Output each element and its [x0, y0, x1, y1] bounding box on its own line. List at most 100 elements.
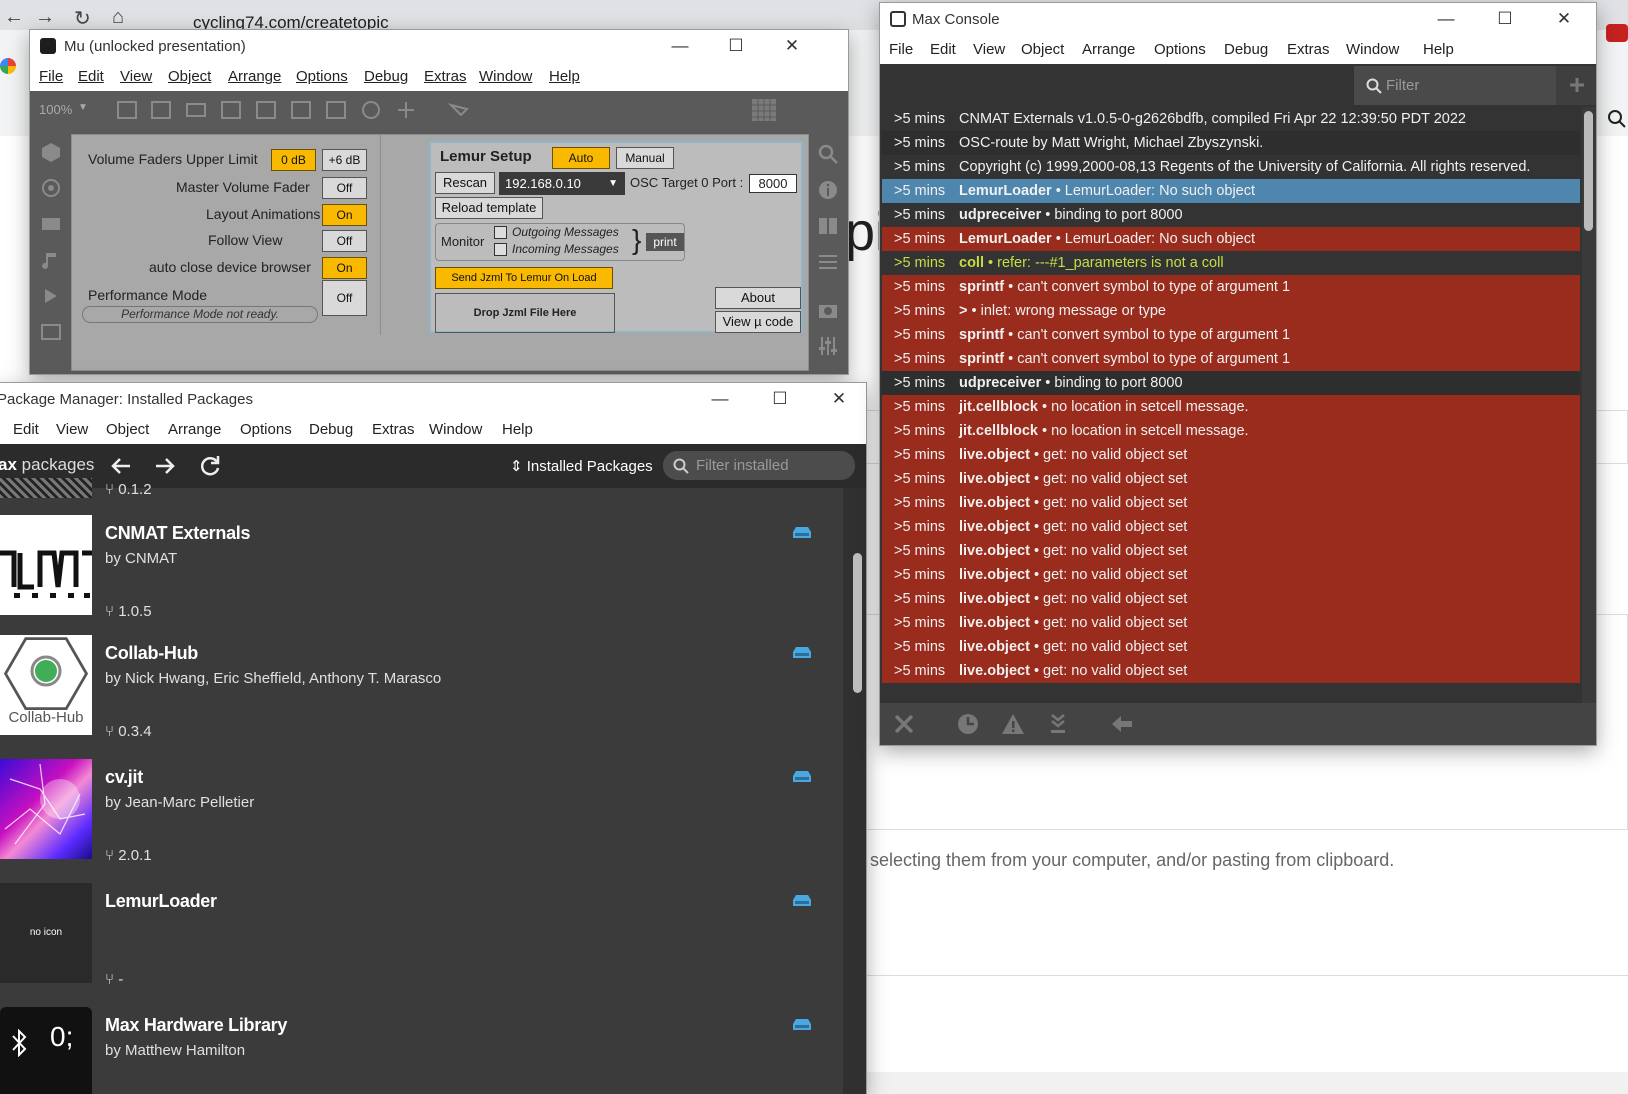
search-icon[interactable] — [817, 143, 839, 165]
object-palette-icons[interactable] — [116, 99, 536, 123]
menu-file[interactable]: File — [39, 68, 63, 85]
menu-view[interactable]: View — [973, 41, 1005, 58]
close-button[interactable]: ✕ — [819, 387, 859, 411]
console-row[interactable]: >5 mins udpreceiver • binding to port 800… — [882, 203, 1580, 227]
performance-mode-toggle[interactable]: Off — [322, 280, 367, 316]
console-row[interactable]: >5 mins live.object • get: no valid objec… — [882, 611, 1580, 635]
menu-options[interactable]: Options — [240, 421, 292, 438]
reload-icon[interactable]: ↻ — [74, 6, 91, 31]
menu-help[interactable]: Help — [1423, 41, 1454, 58]
console-row[interactable]: >5 mins > • inlet: wrong message or type — [882, 299, 1580, 323]
console-row[interactable]: >5 mins coll • refer: ---#1_parameters is… — [882, 251, 1580, 275]
list-item[interactable]: cv.jit by Jean-Marc Pelletier ⑂ 2.0.1 — [0, 754, 843, 878]
outgoing-checkbox[interactable] — [494, 226, 507, 239]
list-icon[interactable] — [817, 251, 839, 273]
minimize-button[interactable]: — — [660, 34, 700, 58]
list-item[interactable]: Collab-Hub Collab-Hub by Nick Hwang, Eri… — [0, 630, 843, 754]
osc-port-field[interactable]: 8000 — [749, 174, 797, 193]
menu-arrange[interactable]: Arrange — [168, 421, 221, 438]
ip-select[interactable]: 192.168.0.10 ▼ — [499, 172, 625, 195]
forward-arrow-icon[interactable] — [154, 455, 176, 477]
list-item[interactable]: 0; Max Hardware Library by Matthew Hamil… — [0, 1002, 843, 1094]
back-to-source-icon[interactable] — [1110, 712, 1134, 736]
clock-icon[interactable] — [956, 712, 980, 736]
view-code-button[interactable]: View µ code — [715, 311, 801, 333]
play-icon[interactable] — [40, 285, 62, 307]
add-filter-button[interactable] — [1556, 66, 1596, 105]
menu-view[interactable]: View — [56, 421, 88, 438]
camera-icon[interactable] — [817, 299, 839, 321]
console-row[interactable]: >5 mins live.object • get: no valid objec… — [882, 443, 1580, 467]
console-row[interactable]: >5 mins live.object • get: no valid objec… — [882, 467, 1580, 491]
menu-object[interactable]: Object — [1021, 41, 1064, 58]
manual-button[interactable]: Manual — [616, 147, 674, 169]
zoom-select[interactable]: 100% — [39, 102, 72, 117]
minimize-button[interactable]: — — [700, 387, 740, 411]
rescan-button[interactable]: Rescan — [435, 172, 495, 194]
menu-edit[interactable]: Edit — [930, 41, 956, 58]
menu-view[interactable]: View — [120, 68, 152, 85]
clear-icon[interactable] — [892, 712, 916, 736]
menu-debug[interactable]: Debug — [364, 68, 408, 85]
film-icon[interactable] — [40, 213, 62, 235]
maximize-button[interactable]: ☐ — [1485, 7, 1525, 31]
console-row[interactable]: >5 mins live.object • get: no valid objec… — [882, 491, 1580, 515]
console-filter-input[interactable]: Filter — [1354, 66, 1556, 105]
installed-drive-icon[interactable] — [793, 1018, 811, 1030]
refresh-icon[interactable] — [198, 454, 222, 478]
menu-help[interactable]: Help — [549, 68, 580, 85]
about-button[interactable]: About — [715, 287, 801, 309]
music-note-icon[interactable] — [40, 249, 62, 271]
menu-extras[interactable]: Extras — [372, 421, 415, 438]
search-icon[interactable] — [1606, 108, 1628, 130]
extension-icon[interactable] — [1606, 24, 1628, 42]
jzml-drop-zone[interactable]: Drop Jzml File Here — [435, 293, 615, 333]
console-scrollbar-thumb[interactable] — [1584, 111, 1593, 231]
console-row[interactable]: >5 mins CNMAT Externals v1.0.5-0-g2626bdf… — [882, 107, 1580, 131]
menu-window[interactable]: Window — [429, 421, 482, 438]
home-icon[interactable]: ⌂ — [112, 6, 124, 29]
console-row[interactable]: >5 mins live.object • get: no valid objec… — [882, 635, 1580, 659]
installed-drive-icon[interactable] — [793, 770, 811, 782]
installed-drive-icon[interactable] — [793, 646, 811, 658]
menu-help[interactable]: Help — [502, 421, 533, 438]
auto-close-toggle[interactable]: On — [322, 257, 367, 279]
list-item[interactable]: CNMAT Externals by CNMAT ⑂ 1.0.5 — [0, 510, 843, 630]
console-row[interactable]: >5 mins sprintf • can't convert symbol to… — [882, 347, 1580, 371]
console-row[interactable]: >5 mins LemurLoader • LemurLoader: No suc… — [882, 179, 1580, 203]
incoming-checkbox[interactable] — [494, 243, 507, 256]
pm-scrollbar-thumb[interactable] — [853, 553, 862, 693]
menu-debug[interactable]: Debug — [309, 421, 353, 438]
filter-installed-input[interactable]: Filter installed — [663, 451, 855, 480]
print-button[interactable]: print — [646, 233, 684, 251]
maximize-button[interactable]: ☐ — [760, 387, 800, 411]
mixer-icon[interactable] — [817, 335, 839, 357]
menu-edit[interactable]: Edit — [13, 421, 39, 438]
menu-options[interactable]: Options — [1154, 41, 1206, 58]
console-row[interactable]: >5 mins OSC-route by Matt Wright, Michael… — [882, 131, 1580, 155]
menu-arrange[interactable]: Arrange — [228, 68, 281, 85]
volume-6db-button[interactable]: +6 dB — [322, 149, 367, 171]
console-row[interactable]: >5 mins udpreceiver • binding to port 800… — [882, 371, 1580, 395]
console-row[interactable]: >5 mins sprintf • can't convert symbol to… — [882, 323, 1580, 347]
menu-window[interactable]: Window — [479, 68, 532, 85]
installed-drive-icon[interactable] — [793, 526, 811, 538]
minimize-button[interactable]: — — [1426, 7, 1466, 31]
menu-extras[interactable]: Extras — [1287, 41, 1330, 58]
console-row[interactable]: >5 mins sprintf • can't convert symbol to… — [882, 275, 1580, 299]
target-icon[interactable] — [40, 177, 62, 199]
info-icon[interactable] — [817, 179, 839, 201]
menu-window[interactable]: Window — [1346, 41, 1399, 58]
volume-0db-button[interactable]: 0 dB — [271, 149, 316, 171]
chevron-down-icon[interactable]: ▼ — [78, 102, 88, 113]
grid-icon[interactable] — [750, 97, 778, 123]
maximize-button[interactable]: ☐ — [716, 34, 756, 58]
warning-icon[interactable] — [1001, 712, 1025, 736]
close-button[interactable]: ✕ — [1544, 7, 1584, 31]
console-row[interactable]: >5 mins live.object • get: no valid objec… — [882, 587, 1580, 611]
back-icon[interactable]: ← — [4, 6, 24, 29]
menu-file[interactable]: File — [889, 41, 913, 58]
console-row[interactable]: >5 mins Copyright (c) 1999,2000-08,13 Reg… — [882, 155, 1580, 179]
forward-icon[interactable]: → — [35, 6, 55, 29]
menu-object[interactable]: Object — [106, 421, 149, 438]
